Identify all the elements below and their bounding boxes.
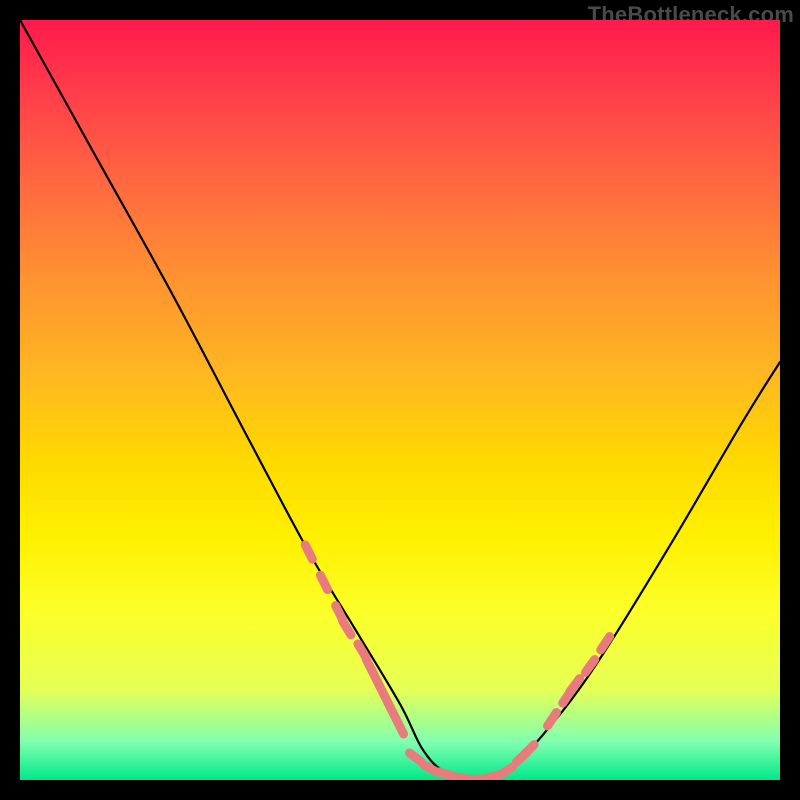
- sample-points-left: [305, 545, 403, 734]
- plot-area: [20, 20, 780, 780]
- sample-marker: [396, 720, 403, 734]
- sample-marker: [548, 713, 557, 726]
- sample-marker: [343, 621, 351, 635]
- sample-marker: [305, 545, 312, 559]
- chart-svg: [20, 20, 780, 780]
- sample-points-bottom: [410, 745, 535, 780]
- sample-marker: [484, 775, 497, 779]
- sample-points-right: [548, 637, 610, 726]
- chart-frame: TheBottleneck.com: [0, 0, 800, 800]
- sample-marker: [501, 767, 513, 775]
- sample-marker: [601, 637, 610, 650]
- sample-marker: [320, 575, 327, 589]
- sample-marker: [524, 745, 534, 755]
- bottleneck-curve: [20, 20, 780, 780]
- sample-marker: [410, 753, 421, 761]
